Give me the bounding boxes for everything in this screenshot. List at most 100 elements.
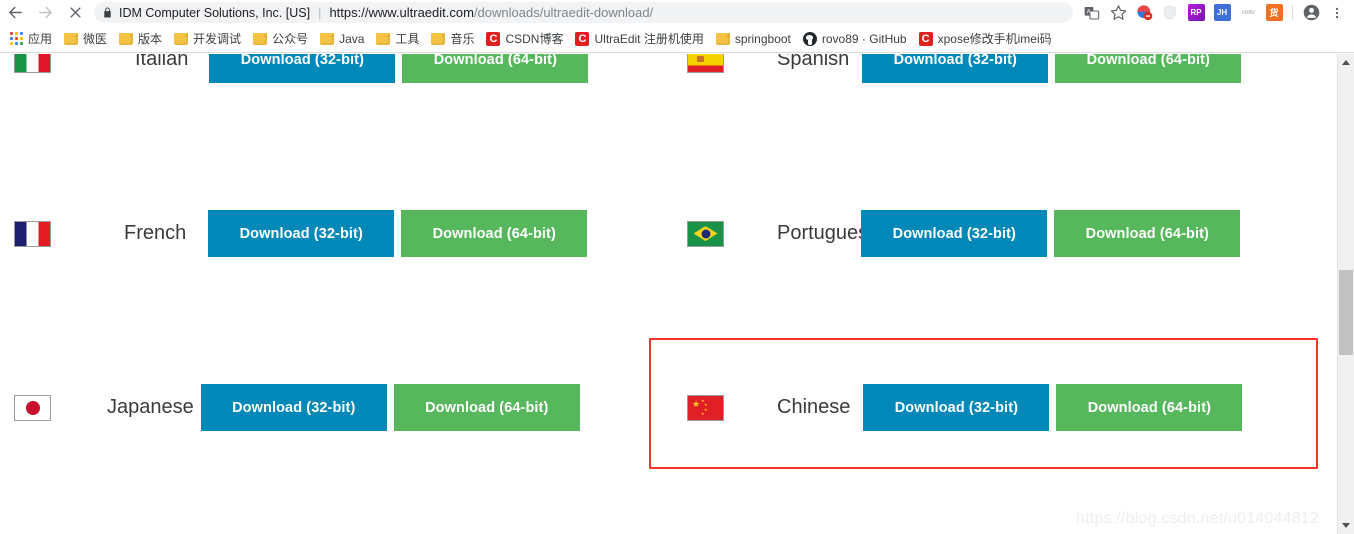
china-flag-small-star: ★: [701, 410, 705, 416]
bookmark-ultraedit-keygen[interactable]: C UltraEdit 注册机使用: [569, 28, 709, 50]
bookmark-rovo89-github[interactable]: rovo89 · GitHub: [797, 28, 913, 50]
address-bar[interactable]: IDM Computer Solutions, Inc. [US] | http…: [94, 2, 1073, 23]
bookmark-label: xpose修改手机imei码: [937, 32, 1052, 46]
svg-text:A: A: [1087, 9, 1091, 15]
csdn-icon: C: [918, 31, 933, 46]
bookmark-weiyi[interactable]: 微医: [58, 28, 113, 50]
shield-extension-icon[interactable]: [1157, 0, 1183, 25]
bookmark-label: 开发调试: [193, 32, 242, 46]
bookmark-apps[interactable]: 应用: [4, 28, 58, 50]
language-name: Italian: [135, 54, 189, 70]
csdn-icon: C: [486, 31, 501, 46]
browser-toolbar: IDM Computer Solutions, Inc. [US] | http…: [0, 0, 1354, 25]
folder-icon: [376, 32, 391, 45]
language-name: Chinese: [777, 396, 851, 418]
china-flag-icon: ★ ★ ★ ★ ★: [687, 394, 724, 421]
folder-icon: [119, 32, 134, 45]
forward-button-icon[interactable]: [30, 0, 60, 25]
bookmark-label: 应用: [28, 32, 53, 46]
url-path: /downloads/ultraedit-download/: [473, 5, 654, 20]
bookmark-label: 公众号: [272, 32, 309, 46]
italy-flag-icon: [14, 54, 51, 73]
csdn-watermark: https://blog.csdn.net/u014044812: [1075, 510, 1319, 527]
bookmark-csdn-blog[interactable]: C CSDN博客: [480, 28, 569, 50]
csdn-icon: C: [575, 31, 590, 46]
folder-icon: [64, 32, 79, 45]
china-flag-small-star: ★: [704, 401, 708, 407]
cmtv-extension-icon[interactable]: cmtv: [1235, 0, 1261, 25]
adblock-extension-icon[interactable]: [1131, 0, 1157, 25]
bookmark-gongzhonghao[interactable]: 公众号: [247, 28, 314, 50]
security-site-name: IDM Computer Solutions, Inc. [US]: [119, 5, 311, 20]
ultraedit-download-page: Italian Download (32-bit) Download (64-b…: [0, 54, 1337, 534]
download-32bit-button[interactable]: Download (32-bit): [862, 54, 1049, 83]
bookmark-banben[interactable]: 版本: [113, 28, 168, 50]
back-button-icon[interactable]: [0, 0, 30, 25]
download-64bit-button[interactable]: Download (64-bit): [1056, 384, 1243, 431]
toolbar-separator: [1292, 5, 1293, 20]
bookmark-label: 音乐: [450, 32, 475, 46]
toolbar-actions: A RP JH cmtv 货: [1079, 0, 1354, 25]
bookmark-label: UltraEdit 注册机使用: [594, 32, 704, 46]
page-scrollbar[interactable]: [1337, 54, 1354, 534]
bookmark-java[interactable]: Java: [314, 28, 370, 50]
bookmark-label: 版本: [138, 32, 163, 46]
download-32bit-button[interactable]: Download (32-bit): [208, 210, 395, 257]
language-row-spanish: Spanish Download (32-bit) Download (64-b…: [687, 54, 1242, 83]
bookmark-gongju[interactable]: 工具: [370, 28, 425, 50]
japan-flag-icon: [14, 394, 51, 421]
bookmark-label: 微医: [83, 32, 108, 46]
bookmarks-bar: 应用 微医 版本 开发调试 公众号 Java 工具 音乐 C CSDN博客 C …: [0, 25, 1354, 53]
folder-icon: [320, 32, 335, 45]
bookmark-springboot[interactable]: springboot: [710, 28, 797, 50]
language-row-italian: Italian Download (32-bit) Download (64-b…: [14, 54, 589, 83]
orange-extension-icon[interactable]: 货: [1261, 0, 1287, 25]
language-row-french: French Download (32-bit) Download (64-bi…: [14, 210, 588, 257]
download-64bit-button[interactable]: Download (64-bit): [1054, 210, 1241, 257]
bookmark-kaifatiaoshi[interactable]: 开发调试: [168, 28, 247, 50]
download-32bit-button[interactable]: Download (32-bit): [200, 384, 387, 431]
download-64bit-button[interactable]: Download (64-bit): [401, 210, 588, 257]
folder-icon: [174, 32, 189, 45]
spain-flag-icon: [687, 54, 724, 73]
bookmark-label: rovo89 · GitHub: [821, 31, 907, 46]
language-row-portuguese: Portuguese Download (32-bit) Download (6…: [687, 210, 1241, 257]
download-32bit-button[interactable]: Download (32-bit): [209, 54, 396, 83]
omnibox-divider: |: [318, 5, 322, 20]
profile-avatar-icon[interactable]: [1298, 0, 1324, 25]
scroll-up-arrow-icon[interactable]: [1338, 54, 1354, 71]
jh-extension-icon[interactable]: JH: [1209, 0, 1235, 25]
rp-extension-icon[interactable]: RP: [1183, 0, 1209, 25]
france-flag-icon: [14, 220, 51, 247]
folder-icon: [253, 32, 268, 45]
language-row-chinese: ★ ★ ★ ★ ★ Chinese Download (32-bit) Down…: [687, 384, 1243, 431]
folder-icon: [715, 32, 730, 45]
chrome-menu-icon[interactable]: [1324, 0, 1350, 25]
github-icon: [802, 31, 817, 46]
language-row-japanese: Japanese Download (32-bit) Download (64-…: [14, 384, 580, 431]
download-64bit-button[interactable]: Download (64-bit): [1055, 54, 1242, 83]
url-origin: https://www.ultraedit.com: [329, 5, 474, 20]
brazil-flag-icon: [687, 220, 724, 247]
folder-icon: [431, 32, 446, 45]
bookmark-star-icon[interactable]: [1105, 0, 1131, 25]
download-32bit-button[interactable]: Download (32-bit): [861, 210, 1048, 257]
china-flag-big-star: ★: [692, 398, 701, 409]
scroll-down-arrow-icon[interactable]: [1338, 517, 1354, 534]
bookmark-label: 工具: [395, 32, 420, 46]
download-32bit-button[interactable]: Download (32-bit): [863, 384, 1050, 431]
page-viewport: Italian Download (32-bit) Download (64-b…: [0, 54, 1354, 534]
lock-icon: [102, 6, 113, 19]
scrollbar-thumb[interactable]: [1339, 270, 1353, 355]
browser-window: IDM Computer Solutions, Inc. [US] | http…: [0, 0, 1354, 534]
bookmark-xpose-imei[interactable]: C xpose修改手机imei码: [913, 28, 1058, 50]
stop-button-icon[interactable]: [60, 0, 90, 25]
translate-icon[interactable]: A: [1079, 0, 1105, 25]
language-name: Spanish: [777, 54, 850, 70]
download-64bit-button[interactable]: Download (64-bit): [402, 54, 589, 83]
language-name: French: [124, 222, 187, 244]
download-64bit-button[interactable]: Download (64-bit): [393, 384, 580, 431]
bookmark-yinyue[interactable]: 音乐: [425, 28, 480, 50]
bookmark-label: springboot: [734, 31, 791, 46]
bookmark-label: Java: [339, 31, 365, 46]
